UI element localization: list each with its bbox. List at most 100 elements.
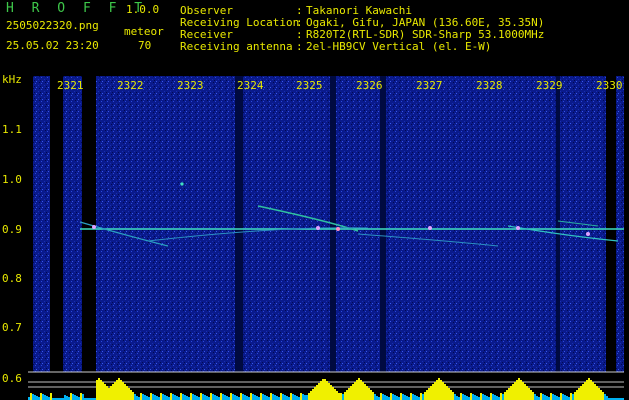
level-bar	[382, 394, 384, 400]
level-bar	[72, 394, 74, 400]
level-bar	[566, 396, 568, 400]
level-bar	[156, 396, 158, 400]
level-bar	[300, 393, 302, 400]
level-bar	[362, 382, 364, 400]
level-bar	[210, 393, 212, 400]
level-bar	[286, 396, 288, 400]
level-bar	[456, 396, 458, 400]
level-bar	[474, 395, 476, 400]
level-bar	[472, 394, 474, 400]
level-bar	[320, 381, 322, 400]
level-bar	[270, 393, 272, 400]
y-tick-label: 1.0	[2, 173, 22, 186]
level-bar	[428, 388, 430, 400]
level-bar	[518, 378, 520, 400]
level-bar	[400, 393, 402, 400]
level-bar	[392, 394, 394, 400]
gap-band	[235, 76, 243, 372]
x-tick-label: 2326	[356, 79, 383, 92]
level-bar	[508, 388, 510, 400]
level-bar	[384, 395, 386, 400]
level-bar	[222, 394, 224, 400]
y-tick-label: 1.1	[2, 123, 22, 136]
level-bar	[434, 382, 436, 400]
level-bar	[598, 388, 600, 400]
level-bar	[490, 393, 492, 400]
level-bar	[200, 393, 202, 400]
level-bar	[560, 393, 562, 400]
level-bar	[96, 380, 98, 400]
level-bar	[554, 395, 556, 400]
level-bar	[110, 386, 112, 400]
level-bar	[552, 394, 554, 400]
spectrogram	[28, 76, 624, 400]
gap-band	[380, 76, 386, 372]
level-bar	[272, 394, 274, 400]
level-bar	[596, 386, 598, 400]
level-bar	[290, 393, 292, 400]
level-bar	[316, 385, 318, 400]
level-bar	[118, 378, 120, 400]
meteor-ping	[316, 226, 320, 230]
header-panel: H R O F F T 1.0.0 2505022320.png meteor …	[0, 0, 629, 72]
level-bar	[242, 394, 244, 400]
antenna-separator: :	[296, 40, 303, 53]
level-bar	[444, 384, 446, 400]
level-bar	[556, 396, 558, 400]
antenna-label: Receiving antenna	[180, 40, 293, 53]
level-bar	[134, 394, 136, 400]
level-bar	[324, 379, 326, 400]
level-bar	[262, 394, 264, 400]
level-bar	[394, 395, 396, 400]
level-bar	[594, 384, 596, 400]
y-tick-label: 0.7	[2, 321, 22, 334]
app-version: 1.0.0	[126, 3, 160, 16]
meteor-label: meteor	[124, 25, 164, 38]
level-bar	[124, 384, 126, 400]
level-bar	[450, 390, 452, 400]
level-bar	[216, 396, 218, 400]
level-bar	[588, 378, 590, 400]
level-bar	[510, 386, 512, 400]
level-bar	[536, 396, 538, 400]
level-bar	[426, 390, 428, 400]
level-bar	[516, 380, 518, 400]
level-bar	[414, 395, 416, 400]
level-bar	[460, 393, 462, 400]
level-bar	[578, 388, 580, 400]
level-bar	[308, 393, 310, 400]
level-bar	[42, 394, 44, 400]
level-bar	[184, 395, 186, 400]
level-bar	[82, 394, 84, 400]
level-bar	[374, 394, 376, 400]
antenna-value: 2el-HB9CV Vertical (el. E-W)	[306, 40, 492, 53]
level-bar	[604, 394, 606, 400]
level-bar	[600, 390, 602, 400]
level-bar	[120, 380, 122, 400]
level-bar	[524, 384, 526, 400]
level-bar	[166, 396, 168, 400]
level-bar	[564, 395, 566, 400]
level-bar	[336, 391, 338, 400]
level-bar	[412, 394, 414, 400]
level-bar	[130, 390, 132, 400]
level-bar	[466, 396, 468, 400]
spectrogram-background	[28, 76, 624, 372]
level-bar	[112, 384, 114, 400]
level-bar	[370, 390, 372, 400]
level-bar	[294, 395, 296, 400]
level-bar	[580, 386, 582, 400]
level-bar	[162, 394, 164, 400]
level-bar	[194, 395, 196, 400]
level-bar	[146, 396, 148, 400]
y-tick-label: 0.6	[2, 372, 22, 385]
level-bar	[80, 393, 82, 400]
level-bar	[32, 394, 34, 400]
y-tick-label: 0.9	[2, 223, 22, 236]
meteor-count: 70	[138, 39, 152, 52]
level-bar	[104, 384, 106, 400]
level-bar	[364, 384, 366, 400]
level-bar	[312, 389, 314, 400]
level-bar	[190, 393, 192, 400]
level-bar	[260, 393, 262, 400]
